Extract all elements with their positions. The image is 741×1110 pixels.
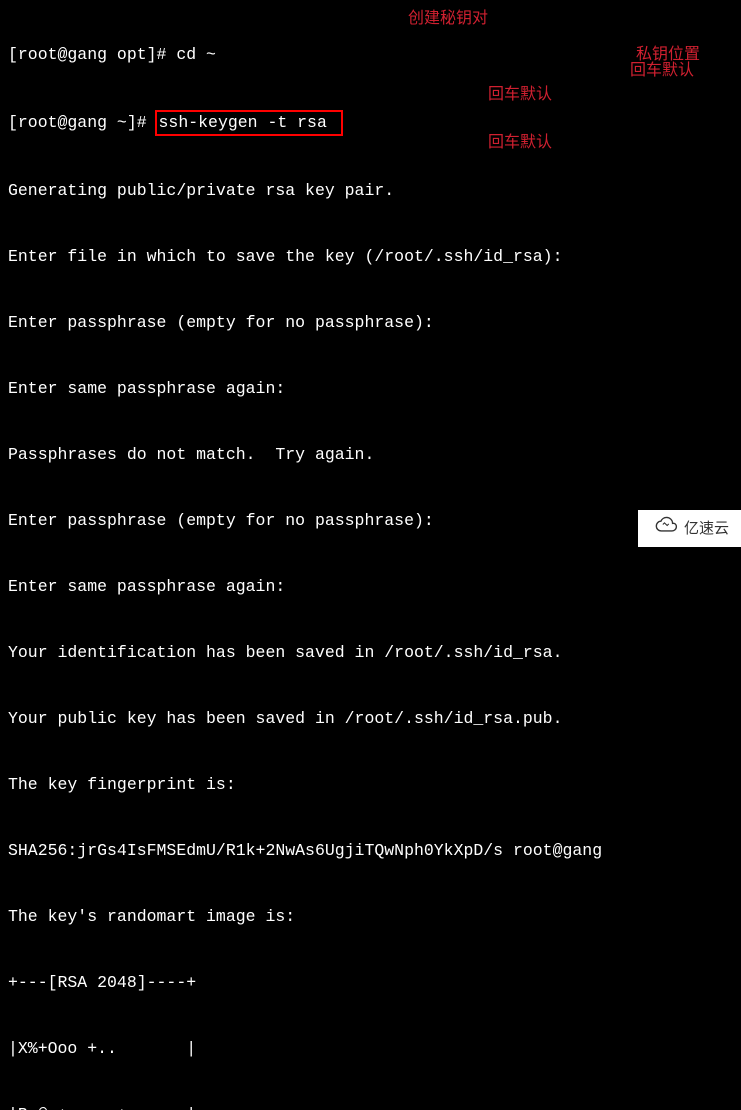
terminal-line: Generating public/private rsa key pair. [8, 180, 733, 202]
annotation-enter-default: 回车默认 [488, 84, 552, 106]
watermark-badge: 亿速云 [638, 510, 741, 547]
annotation-enter-default: 回车默认 [630, 60, 694, 82]
terminal-line: +---[RSA 2048]----+ [8, 972, 733, 994]
terminal-line: Enter passphrase (empty for no passphras… [8, 510, 733, 532]
highlighted-command: ssh-keygen -t rsa [155, 110, 343, 136]
terminal-line: Your identification has been saved in /r… [8, 642, 733, 664]
terminal-line: Passphrases do not match. Try again. [8, 444, 733, 466]
terminal-line: [root@gang opt]# cd ~ [8, 44, 733, 66]
terminal-line: Enter file in which to save the key (/ro… [8, 246, 733, 268]
terminal-output[interactable]: [root@gang opt]# cd ~ [root@gang ~]# ssh… [0, 0, 741, 1110]
cloud-icon [652, 516, 678, 541]
terminal-line: Enter same passphrase again: [8, 576, 733, 598]
terminal-line: Your public key has been saved in /root/… [8, 708, 733, 730]
terminal-line: Enter passphrase (empty for no passphras… [8, 312, 733, 334]
terminal-line: |Bo@.+ = o + | [8, 1104, 733, 1110]
annotation-enter-default: 回车默认 [488, 132, 552, 154]
watermark-text: 亿速云 [684, 518, 729, 540]
terminal-line: Enter same passphrase again: [8, 378, 733, 400]
terminal-line-command: [root@gang ~]# ssh-keygen -t rsa [8, 110, 733, 136]
annotation-create-keypair: 创建秘钥对 [408, 8, 488, 30]
terminal-line: The key's randomart image is: [8, 906, 733, 928]
terminal-line: |X%+Ooo +.. | [8, 1038, 733, 1060]
terminal-line: SHA256:jrGs4IsFMSEdmU/R1k+2NwAs6UgjiTQwN… [8, 840, 733, 862]
terminal-line: The key fingerprint is: [8, 774, 733, 796]
shell-prompt: [root@gang ~]# [8, 113, 157, 132]
